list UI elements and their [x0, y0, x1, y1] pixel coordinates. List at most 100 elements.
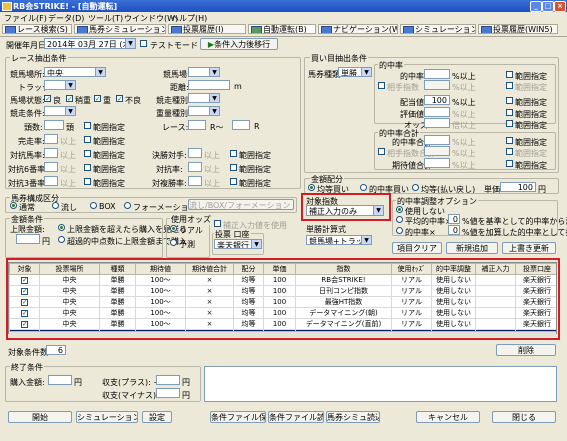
simulation-button[interactable]: シミュレーション: [76, 411, 138, 423]
column-header[interactable]: 投票場所: [39, 263, 100, 275]
axis-sum-checkbox[interactable]: [378, 148, 385, 155]
hit-sum-input[interactable]: [424, 135, 450, 145]
completion-range-checkbox[interactable]: [84, 136, 91, 143]
place-opponent-input[interactable]: [188, 176, 202, 186]
place-opponent-range-checkbox[interactable]: [230, 178, 237, 185]
expect-sum-range-checkbox[interactable]: [506, 160, 513, 167]
track-select[interactable]: ▼: [44, 80, 76, 90]
odds-input[interactable]: [424, 118, 450, 128]
test-mode-checkbox[interactable]: [140, 40, 147, 47]
race-from-input[interactable]: [188, 120, 206, 130]
table-row[interactable]: ✓ 中央 単勝 100〜 × 均等 100 RB会STRIKE! リアル 使用しない 楽天銀行: [9, 274, 556, 286]
allocation-hit-radio[interactable]: [360, 184, 367, 191]
adjust-avg-input[interactable]: 0: [448, 214, 460, 224]
axis-sum-range-checkbox[interactable]: [506, 148, 513, 155]
eval-input[interactable]: [424, 107, 450, 117]
method-formation-radio[interactable]: [124, 202, 131, 209]
close-button[interactable]: ×: [554, 1, 566, 12]
settings-button[interactable]: 設定: [142, 411, 172, 423]
expect-sum-input[interactable]: [424, 158, 450, 168]
weight-type-select[interactable]: ▼: [188, 106, 220, 116]
calc-formula-select[interactable]: 競馬場+トラック別▼: [306, 235, 372, 245]
race-to-input[interactable]: [232, 120, 250, 130]
minimize-button[interactable]: _: [530, 1, 542, 12]
column-header[interactable]: 単価: [263, 263, 296, 275]
hit-rate-range-checkbox[interactable]: [506, 71, 513, 78]
ticket-type-select[interactable]: 単勝 ▼: [338, 67, 372, 77]
opponent-6-input[interactable]: [44, 162, 58, 172]
column-header[interactable]: 種類: [99, 263, 136, 275]
tab-auto-drive[interactable]: 自動運転(B): [248, 24, 316, 34]
payout-input[interactable]: 100: [424, 95, 450, 105]
row-checkbox-cell[interactable]: ✓: [9, 318, 40, 330]
column-header[interactable]: 指数: [295, 263, 392, 275]
allocation-equal-radio[interactable]: [308, 184, 315, 191]
row-checkbox-cell[interactable]: ✓: [9, 296, 40, 308]
axis-sum-input[interactable]: [424, 146, 450, 156]
date-picker[interactable]: 2014年 03月 27日 (木) ▼: [44, 38, 136, 49]
limit-skip-radio[interactable]: [58, 224, 65, 231]
end-buy-input[interactable]: [48, 375, 72, 385]
column-header[interactable]: 的中率調整: [431, 263, 476, 275]
odds-range-checkbox[interactable]: [506, 120, 513, 127]
method-normal-radio[interactable]: [10, 202, 17, 209]
odds-real-radio[interactable]: [170, 225, 177, 232]
row-checkbox[interactable]: ✓: [21, 320, 28, 328]
start-button[interactable]: 開始: [8, 411, 72, 423]
hit-sum-range-checkbox[interactable]: [506, 137, 513, 144]
axis-index-input[interactable]: [424, 80, 450, 90]
racecourse-select[interactable]: ▼: [188, 67, 220, 77]
end-plus-input[interactable]: [156, 375, 180, 385]
completion-rate-input[interactable]: [44, 134, 58, 144]
opponent-3-range-checkbox[interactable]: [84, 178, 91, 185]
clear-button[interactable]: 項目クリア: [392, 242, 442, 254]
allocation-refund-radio[interactable]: [412, 184, 419, 191]
condition-heavy-checkbox[interactable]: ✓: [94, 95, 101, 103]
tab-ticket-simulation[interactable]: 馬券シミュレーション(E): [74, 24, 166, 34]
column-header[interactable]: 配分: [233, 263, 264, 275]
grid-scrollbar[interactable]: [9, 331, 556, 337]
close-window-button[interactable]: 閉じる: [492, 411, 556, 423]
final-opponent-range-checkbox[interactable]: [230, 150, 237, 157]
row-checkbox[interactable]: ✓: [21, 287, 28, 295]
column-header[interactable]: 補正入力: [475, 263, 516, 275]
axis-index-range-checkbox[interactable]: [506, 82, 513, 89]
box-target-button[interactable]: 流し/BOX/フォーメーション 対象馬の指定: [188, 199, 294, 210]
adjust-hit-radio[interactable]: [396, 227, 403, 234]
vote-account-select[interactable]: 楽天銀行 ▼: [214, 239, 262, 249]
target-index-select[interactable]: 補正入力のみ ▼: [306, 205, 384, 216]
cancel-button[interactable]: キャンセル: [416, 411, 480, 423]
limit-buy-radio[interactable]: [58, 236, 65, 243]
row-checkbox[interactable]: ✓: [21, 276, 28, 284]
column-header[interactable]: 期待値合計: [185, 263, 234, 275]
method-flow-radio[interactable]: [52, 202, 59, 209]
adjust-none-radio[interactable]: [396, 206, 403, 213]
opponent-ratio-range-checkbox[interactable]: [230, 164, 237, 171]
distance-input[interactable]: [188, 80, 230, 90]
adjust-hit-input[interactable]: 0: [448, 225, 460, 235]
payout-range-checkbox[interactable]: [506, 97, 513, 104]
eval-range-checkbox[interactable]: [506, 109, 513, 116]
update-button[interactable]: 上書き更新: [502, 242, 556, 254]
tab-navigation-win5[interactable]: ナビゲーション(WIN5): [318, 24, 398, 34]
row-checkbox-cell[interactable]: ✓: [9, 307, 40, 319]
limit-input[interactable]: [16, 234, 40, 244]
row-checkbox[interactable]: ✓: [21, 298, 28, 306]
load-conditions-button[interactable]: ▶条件入力後移行: [200, 38, 278, 50]
opponent-ratio-input[interactable]: [188, 162, 202, 172]
delete-button[interactable]: 削除: [496, 344, 556, 356]
table-row[interactable]: ✓ 中央 単勝 100〜 × 均等 100 最強HT指数 リアル 使用しない 楽天銀行: [9, 296, 556, 308]
opponent-range-checkbox[interactable]: [84, 150, 91, 157]
final-opponent-input[interactable]: [188, 148, 202, 158]
table-row[interactable]: ✓ 中央 単勝 100〜 × 均等 100 データマイニング(直前) リアル 使用しない 楽天銀行: [9, 318, 556, 330]
heads-input[interactable]: [44, 120, 64, 130]
column-header[interactable]: 投票口座: [515, 263, 556, 275]
odds-forecast-radio[interactable]: [170, 239, 177, 246]
condition-slightly-heavy-checkbox[interactable]: ✓: [66, 95, 73, 103]
condition-good-checkbox[interactable]: ✓: [44, 95, 51, 103]
load-conditions-file-button[interactable]: 条件ファイル読込: [268, 411, 324, 423]
class-select[interactable]: ▼: [44, 106, 76, 116]
load-simulation-button[interactable]: 馬券シミュ読込: [326, 411, 380, 423]
row-checkbox-cell[interactable]: ✓: [9, 285, 40, 297]
table-row[interactable]: ✓ 中央 単勝 100〜 × 均等 100 データマイニング(朝) リアル 使用しない 楽天銀行: [9, 307, 556, 319]
